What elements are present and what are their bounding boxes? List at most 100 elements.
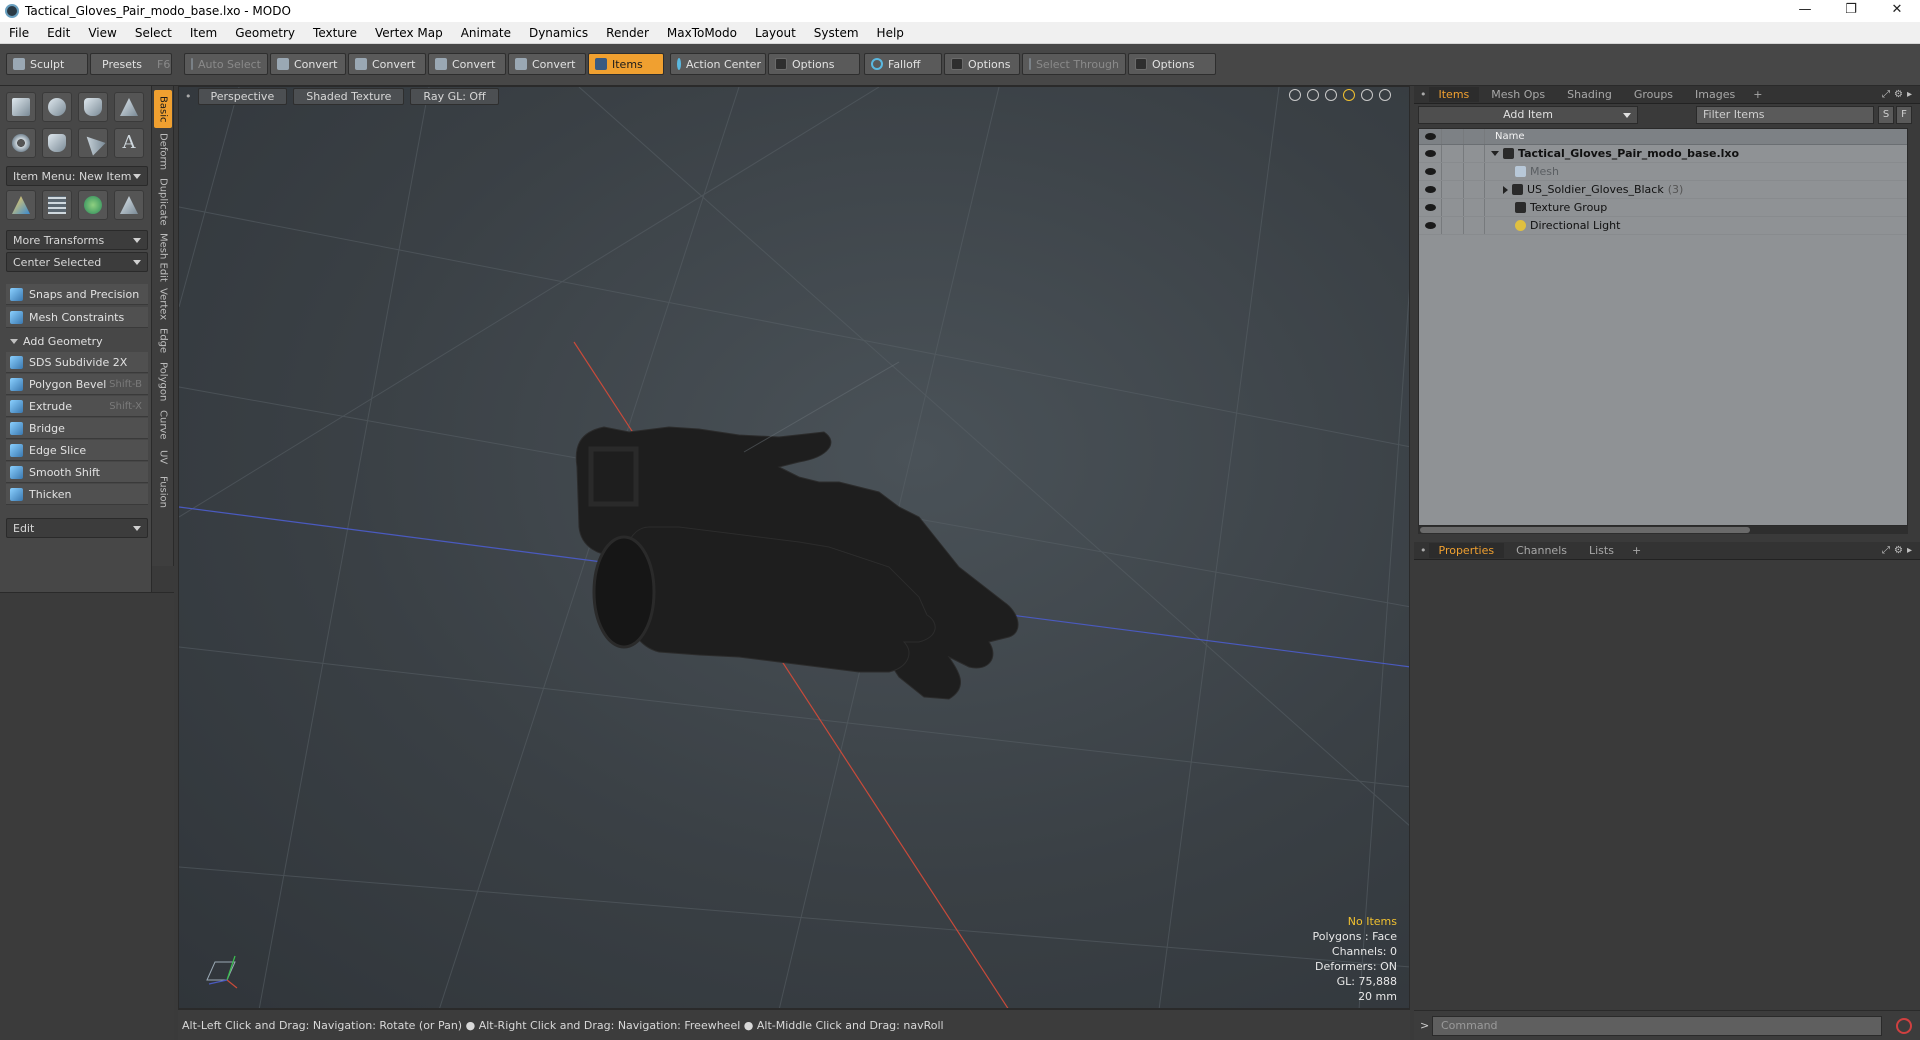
tree-row-directional-light[interactable]: Directional Light: [1419, 217, 1907, 235]
visibility-column-icon[interactable]: [1419, 133, 1441, 140]
auto-select-button[interactable]: Auto Select: [184, 53, 268, 75]
menu-select[interactable]: Select: [126, 26, 181, 40]
text-tool[interactable]: A: [114, 128, 144, 158]
menu-render[interactable]: Render: [597, 26, 658, 40]
panel-menu-dot[interactable]: •: [1420, 544, 1427, 557]
tab-uv[interactable]: UV: [154, 446, 172, 468]
edge-slice-button[interactable]: Edge Slice: [6, 440, 148, 461]
minimize-button[interactable]: —: [1782, 0, 1828, 22]
thicken-button[interactable]: Thicken: [6, 484, 148, 505]
3d-viewport[interactable]: • Perspective Shaded Texture Ray GL: Off…: [178, 86, 1410, 1009]
lock-column-icon[interactable]: [1441, 129, 1463, 144]
fit-icon[interactable]: [1343, 89, 1355, 101]
sds-subdivide-button[interactable]: SDS Subdivide 2X: [6, 352, 148, 373]
menu-system[interactable]: System: [805, 26, 868, 40]
sculpt-button[interactable]: Sculpt: [6, 53, 88, 75]
scrollbar-thumb[interactable]: [1420, 527, 1750, 533]
falloff-options-button[interactable]: Options: [944, 53, 1020, 75]
render-column-icon[interactable]: [1463, 129, 1485, 144]
eye-icon[interactable]: [1419, 186, 1441, 193]
tab-vertex[interactable]: Vertex: [154, 286, 172, 322]
command-history-icon[interactable]: [1896, 1018, 1912, 1034]
tab-fusion[interactable]: Fusion: [154, 472, 172, 512]
items-mode-button[interactable]: Items: [588, 53, 664, 75]
globe-tool[interactable]: [78, 190, 108, 220]
rotate-icon[interactable]: [1307, 89, 1319, 101]
falloff-button[interactable]: Falloff: [864, 53, 942, 75]
menu-animate[interactable]: Animate: [452, 26, 520, 40]
tree-row-scene[interactable]: Tactical_Gloves_Pair_modo_base.lxo: [1419, 145, 1907, 163]
tab-basic[interactable]: Basic: [154, 90, 172, 128]
cylinder-tool[interactable]: [78, 92, 108, 122]
menu-layout[interactable]: Layout: [746, 26, 805, 40]
tab-groups[interactable]: Groups: [1624, 87, 1683, 102]
mesh-constraints-button[interactable]: Mesh Constraints: [6, 307, 148, 328]
pen-tool[interactable]: [78, 128, 108, 158]
viewport-menu-dot[interactable]: •: [185, 90, 192, 103]
add-item-dropdown[interactable]: Add Item: [1418, 106, 1638, 124]
tab-edge[interactable]: Edge: [154, 326, 172, 356]
tree-row-gloves[interactable]: US_Soldier_Gloves_Black (3): [1419, 181, 1907, 199]
bridge-button[interactable]: Bridge: [6, 418, 148, 439]
play-icon[interactable]: [1379, 89, 1391, 101]
eye-icon[interactable]: [1419, 204, 1441, 211]
item-list-scrollbar[interactable]: [1418, 526, 1908, 534]
tab-channels[interactable]: Channels: [1506, 543, 1577, 558]
add-tab-icon[interactable]: +: [1747, 88, 1768, 101]
tab-shading[interactable]: Shading: [1557, 87, 1622, 102]
capsule-tool[interactable]: [42, 128, 72, 158]
menu-maxtomodo[interactable]: MaxToModo: [658, 26, 746, 40]
menu-view[interactable]: View: [79, 26, 125, 40]
menu-edit[interactable]: Edit: [38, 26, 79, 40]
more-transforms-dropdown[interactable]: More Transforms: [6, 230, 148, 250]
eye-icon[interactable]: [1419, 168, 1441, 175]
menu-dynamics[interactable]: Dynamics: [520, 26, 597, 40]
pan-icon[interactable]: [1289, 89, 1301, 101]
filter-f-button[interactable]: F: [1896, 106, 1912, 124]
tab-polygon[interactable]: Polygon: [154, 360, 172, 404]
tab-deform[interactable]: Deform: [154, 132, 172, 172]
convert-button-3[interactable]: Convert: [428, 53, 506, 75]
convert-button-1[interactable]: Convert: [270, 53, 346, 75]
zoom-icon[interactable]: [1325, 89, 1337, 101]
polygon-bevel-button[interactable]: Polygon Bevel Shift-B: [6, 374, 148, 395]
menu-item[interactable]: Item: [181, 26, 226, 40]
filter-s-button[interactable]: S: [1878, 106, 1894, 124]
tab-items[interactable]: Items: [1428, 87, 1480, 102]
shading-mode-button[interactable]: Shaded Texture: [293, 87, 405, 105]
edit-dropdown[interactable]: Edit: [6, 518, 148, 538]
expand-icon[interactable]: [1491, 151, 1499, 156]
transform-tool[interactable]: [6, 190, 36, 220]
add-tab-icon[interactable]: +: [1626, 544, 1647, 557]
gear-icon[interactable]: [1361, 89, 1373, 101]
item-menu-dropdown[interactable]: Item Menu: New Item: [6, 166, 148, 186]
action-center-button[interactable]: Action Center: [670, 53, 766, 75]
extrude-button[interactable]: Extrude Shift-X: [6, 396, 148, 417]
eye-icon[interactable]: [1419, 150, 1441, 157]
filter-items-input[interactable]: Filter Items: [1696, 106, 1874, 124]
menu-geometry[interactable]: Geometry: [226, 26, 304, 40]
tab-curve[interactable]: Curve: [154, 408, 172, 442]
eye-icon[interactable]: [1419, 222, 1441, 229]
tab-mesh-ops[interactable]: Mesh Ops: [1481, 87, 1555, 102]
close-button[interactable]: ✕: [1874, 0, 1920, 22]
presets-button[interactable]: Presets F6: [90, 53, 172, 75]
select-through-button[interactable]: Select Through: [1022, 53, 1126, 75]
tab-images[interactable]: Images: [1685, 87, 1745, 102]
menu-help[interactable]: Help: [868, 26, 913, 40]
select-through-options-button[interactable]: Options: [1128, 53, 1216, 75]
panel-menu-dot[interactable]: •: [1420, 88, 1427, 101]
sphere-tool[interactable]: [42, 92, 72, 122]
convert-button-4[interactable]: Convert: [508, 53, 586, 75]
convert-button-2[interactable]: Convert: [348, 53, 426, 75]
snaps-and-precision-button[interactable]: Snaps and Precision: [6, 284, 148, 305]
tab-duplicate[interactable]: Duplicate: [154, 176, 172, 228]
panel-controls-icon[interactable]: ⤢⚙▸: [1882, 89, 1916, 100]
pyramid-tool[interactable]: [114, 190, 144, 220]
smooth-shift-button[interactable]: Smooth Shift: [6, 462, 148, 483]
menu-file[interactable]: File: [0, 26, 38, 40]
cone-tool[interactable]: [114, 92, 144, 122]
cube-tool[interactable]: [6, 92, 36, 122]
menu-vertex-map[interactable]: Vertex Map: [366, 26, 452, 40]
tab-lists[interactable]: Lists: [1579, 543, 1624, 558]
